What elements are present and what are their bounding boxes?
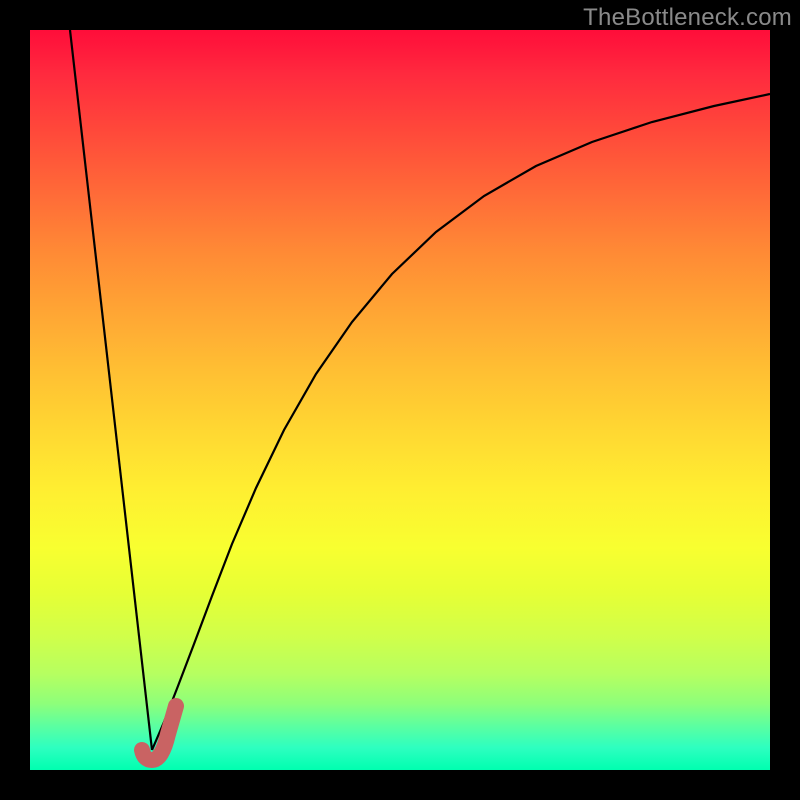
plot-svg — [30, 30, 770, 770]
curve-descending — [70, 30, 152, 750]
curve-ascending — [152, 94, 770, 750]
plot-area — [30, 30, 770, 770]
watermark-text: TheBottleneck.com — [583, 4, 792, 32]
chart-frame: TheBottleneck.com — [0, 0, 800, 800]
